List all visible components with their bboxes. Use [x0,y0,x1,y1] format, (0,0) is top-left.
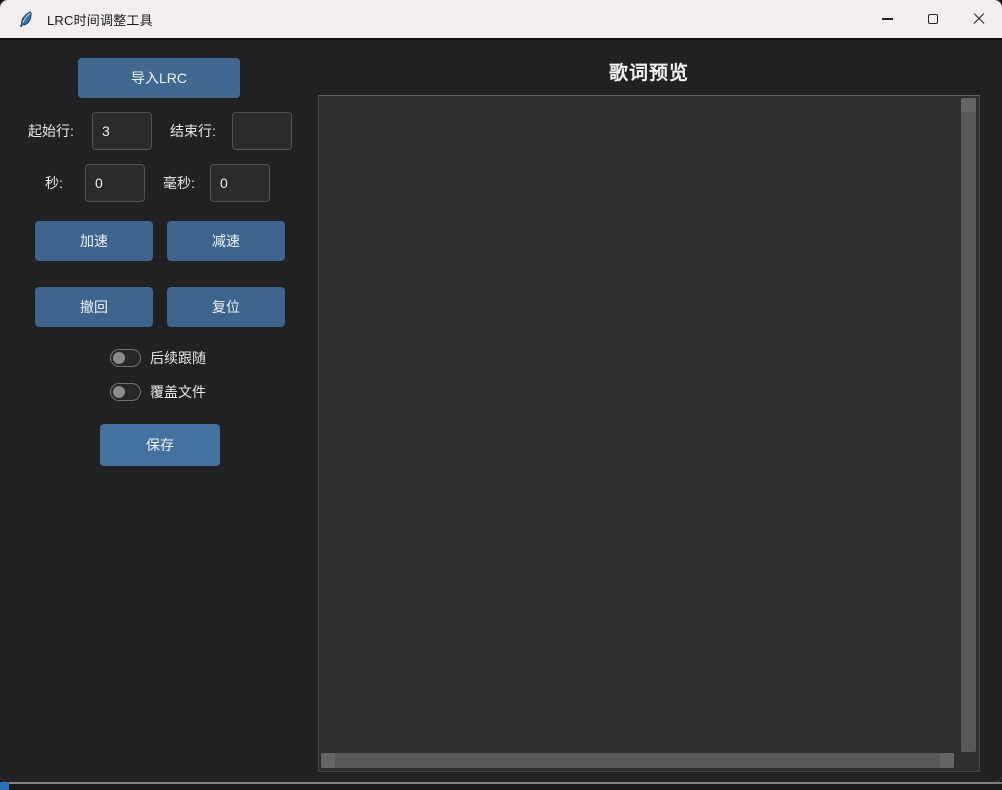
start-line-label: 起始行: [28,112,74,150]
start-line-input[interactable] [92,112,152,150]
taskbar-edge [0,782,1002,790]
save-button[interactable]: 保存 [100,424,220,466]
taskbar-accent [0,782,9,790]
undo-button[interactable]: 撤回 [35,287,153,327]
import-lrc-button[interactable]: 导入LRC [78,58,240,98]
minimize-button[interactable] [864,0,910,38]
minimize-icon [882,18,893,19]
seconds-input[interactable] [85,164,145,202]
client-area: 导入LRC 起始行: 结束行: 秒: 毫秒: 加速 减速 撤回 复位 后续跟随 [0,42,1002,782]
close-button[interactable] [956,0,1002,38]
app-window: LRC时间调整工具 导入LRC 起始行: 结束行: 秒: [0,0,1002,782]
tk-feather-icon [17,10,35,28]
window-title: LRC时间调整工具 [47,10,153,29]
vertical-scrollbar[interactable] [961,98,976,752]
seconds-label: 秒: [45,164,63,202]
close-icon [973,13,985,25]
titlebar: LRC时间调整工具 [0,0,1002,40]
overwrite-toggle-label: 覆盖文件 [150,382,206,402]
toggle-knob [113,352,125,364]
end-line-label: 结束行: [170,112,216,150]
follow-toggle-label: 后续跟随 [150,348,206,368]
preview-title: 歌词预览 [318,58,980,85]
speed-up-button[interactable]: 加速 [35,221,153,261]
milliseconds-input[interactable] [210,164,270,202]
lyrics-preview-content [321,98,959,751]
maximize-icon [928,14,938,24]
reset-button[interactable]: 复位 [167,287,285,327]
end-line-input[interactable] [232,112,292,150]
milliseconds-label: 毫秒: [163,164,195,202]
screen: LRC时间调整工具 导入LRC 起始行: 结束行: 秒: [0,0,1002,790]
follow-toggle[interactable] [110,349,141,367]
horizontal-scrollbar[interactable] [321,753,954,768]
window-controls [864,0,1002,38]
slow-down-button[interactable]: 减速 [167,221,285,261]
follow-toggle-row: 后续跟随 [110,348,206,368]
maximize-button[interactable] [910,0,956,38]
overwrite-toggle-row: 覆盖文件 [110,382,206,402]
overwrite-toggle[interactable] [110,383,141,401]
lyrics-preview-textarea[interactable] [318,95,980,772]
toggle-knob [113,386,125,398]
